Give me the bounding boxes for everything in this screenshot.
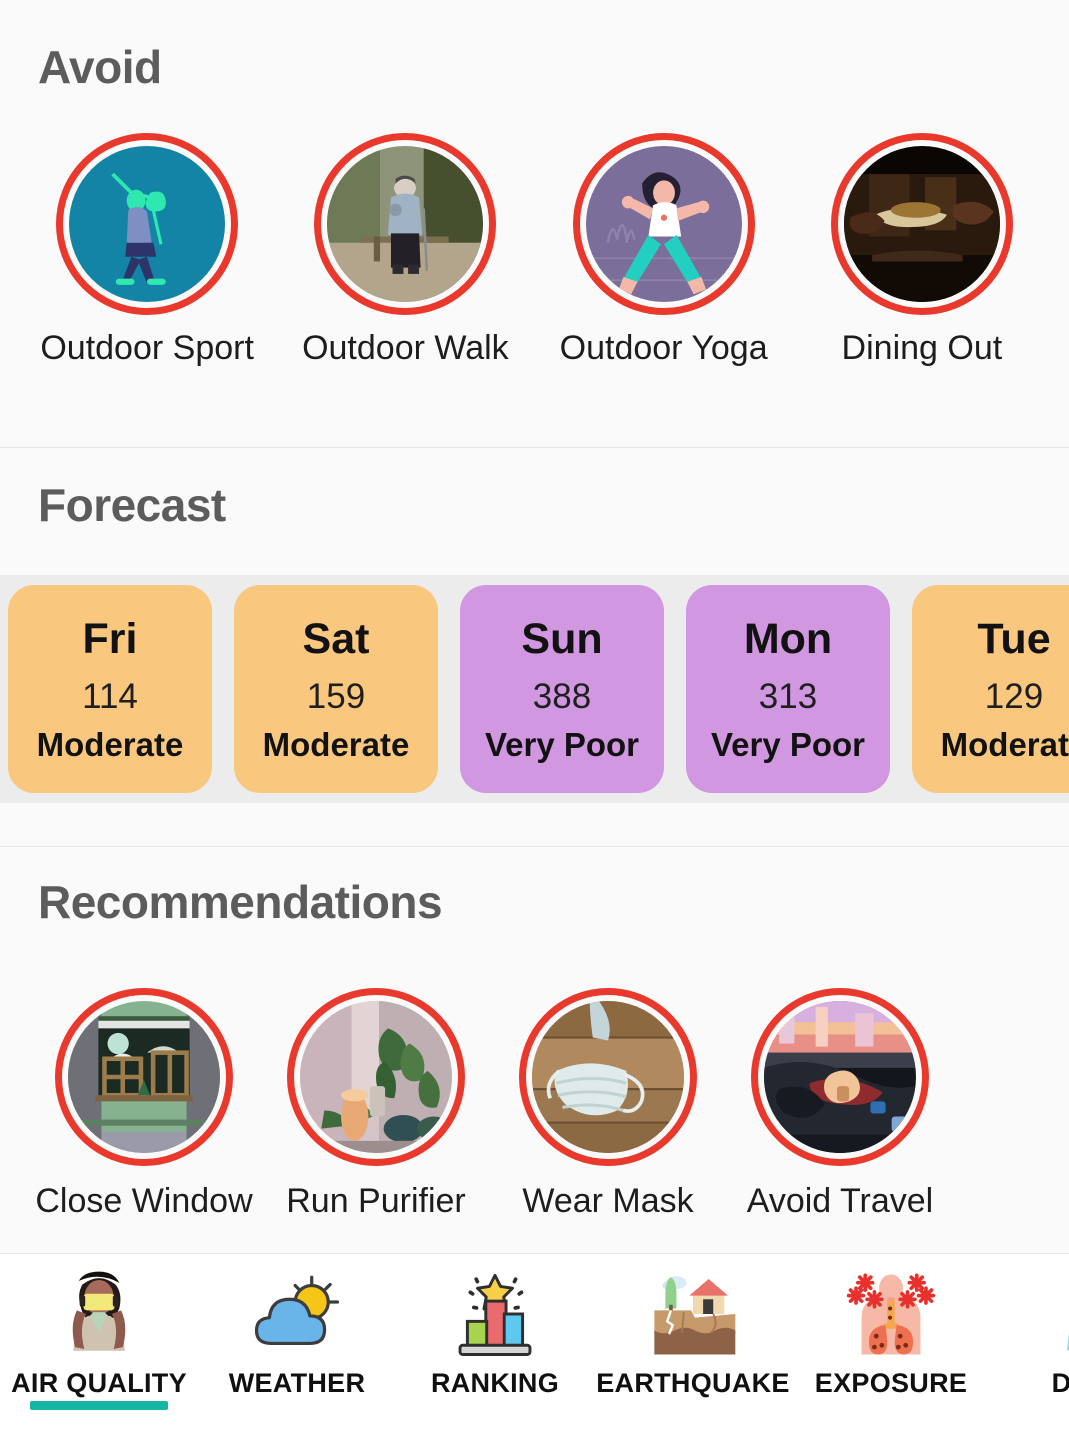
recommendation-item-label: Run Purifier [286, 1182, 466, 1220]
avoid-ring [830, 133, 1013, 315]
podium-star-icon [449, 1268, 541, 1360]
avoid-ring [572, 133, 755, 315]
sun-cloud-icon [251, 1268, 343, 1360]
recommendation-item-close-window[interactable]: Close Window [28, 988, 260, 1221]
nav-tab-label: EXPOSURE [814, 1368, 968, 1398]
yoga-person-icon [585, 146, 742, 302]
forecast-card[interactable]: Fri 114 Moderate [8, 585, 212, 793]
recommendation-item-label: Close Window [35, 1182, 253, 1220]
nav-tab-ranking[interactable]: RANKING [396, 1254, 594, 1430]
avoid-item-outdoor-yoga[interactable]: Outdoor Yoga [535, 133, 793, 368]
golfer-icon [69, 146, 226, 302]
nav-tab-label: RANKING [430, 1368, 560, 1398]
nav-tab-weather[interactable]: WEATHER [198, 1254, 396, 1430]
forecast-day: Sat [302, 614, 370, 663]
forecast-level: Very Poor [710, 725, 866, 763]
forecast-aqi: 159 [306, 676, 366, 716]
forecast-level: Very Poor [484, 725, 640, 763]
forecast-card[interactable]: Sun 388 Very Poor [460, 585, 664, 793]
recommendation-ring [751, 988, 929, 1166]
lungs-virus-icon [845, 1268, 937, 1360]
active-tab-indicator [30, 1401, 168, 1410]
avoid-ring [314, 133, 497, 315]
forecast-scroller[interactable]: Fri 114 Moderate Sat 159 Moderate Sun 38… [0, 575, 1069, 803]
face-mask-icon [532, 1001, 684, 1153]
recommendation-item-avoid-travel[interactable]: Avoid Travel [724, 988, 956, 1221]
avoid-ring [56, 133, 239, 315]
avoid-item-dining-out[interactable]: Dining Out [793, 133, 1051, 368]
forecast-card[interactable]: Mon 313 Very Poor [686, 585, 890, 793]
dining-plate-icon [843, 146, 1000, 302]
recommendations-section: Recommendations Close Window Run Purifie… [0, 847, 1069, 1252]
nav-tab-earthquake[interactable]: EARTHQUAKE [594, 1254, 792, 1430]
recommendation-ring [519, 988, 697, 1166]
forecast-day: Fri [82, 614, 138, 663]
nav-tab-label: WEATHER [228, 1368, 366, 1398]
avoid-section-title: Avoid [38, 41, 162, 93]
avoid-item-outdoor-walk[interactable]: Outdoor Walk [276, 133, 534, 368]
recommendation-item-run-purifier[interactable]: Run Purifier [260, 988, 492, 1221]
forecast-day: Tue [977, 614, 1051, 663]
nav-tab-dust[interactable]: DUST [990, 1254, 1069, 1430]
avoid-item-label: Outdoor Yoga [559, 329, 768, 367]
nav-tab-label: EARTHQUAKE [596, 1368, 790, 1398]
air-quality-screen: Avoid Outdoor Sport Outdoor Walk Outdoor… [0, 0, 1069, 1430]
forecast-level: Moderate [940, 725, 1069, 763]
nav-tab-exposure[interactable]: EXPOSURE [792, 1254, 990, 1430]
avoid-section: Avoid Outdoor Sport Outdoor Walk Outdoor… [0, 0, 1069, 447]
avoid-item-label: Outdoor Sport [40, 329, 254, 367]
recommendation-ring [55, 988, 233, 1166]
nav-tab-air-quality[interactable]: AIR QUALITY [0, 1254, 198, 1430]
forecast-card[interactable]: Sat 159 Moderate [234, 585, 438, 793]
forecast-level: Moderate [36, 725, 184, 763]
earthquake-house-icon [647, 1268, 739, 1360]
forecast-aqi: 114 [82, 676, 138, 716]
forecast-section-title: Forecast [38, 479, 226, 531]
steering-wheel-icon [764, 1001, 916, 1153]
forecast-day: Mon [743, 614, 833, 663]
recommendation-item-label: Wear Mask [522, 1182, 694, 1220]
forecast-section: Forecast Fri 114 Moderate Sat 159 Modera… [0, 448, 1069, 846]
recommendation-ring [287, 988, 465, 1166]
person-mask-icon [53, 1268, 145, 1360]
dust-layers-icon [1043, 1268, 1069, 1360]
recommendations-section-title: Recommendations [38, 876, 443, 928]
avoid-item-label: Dining Out [841, 329, 1003, 367]
forecast-day: Sun [521, 614, 603, 663]
forecast-aqi: 388 [532, 676, 592, 716]
avoid-item-label: Outdoor Walk [302, 329, 509, 367]
avoid-item-outdoor-sport[interactable]: Outdoor Sport [18, 133, 276, 368]
forecast-aqi: 129 [984, 676, 1044, 716]
window-icon [68, 1001, 220, 1153]
recommendation-items-row: Close Window Run Purifier Wear Mask Avoi… [28, 988, 1038, 1221]
air-purifier-plants-icon [300, 1001, 452, 1153]
nav-tab-label: DUST [1052, 1368, 1069, 1399]
recommendation-item-label: Avoid Travel [746, 1182, 934, 1220]
bottom-navigation-bar: AIR QUALITY WEATHER RANKING EARTHQUAKE E… [0, 1253, 1069, 1430]
recommendation-item-wear-mask[interactable]: Wear Mask [492, 988, 724, 1221]
avoid-items-row: Outdoor Sport Outdoor Walk Outdoor Yoga … [18, 133, 1051, 368]
nav-tab-label: AIR QUALITY [11, 1368, 187, 1398]
walking-person-icon [327, 146, 484, 302]
forecast-aqi: 313 [758, 676, 818, 716]
forecast-level: Moderate [262, 725, 410, 763]
forecast-card[interactable]: Tue 129 Moderate [912, 585, 1069, 793]
